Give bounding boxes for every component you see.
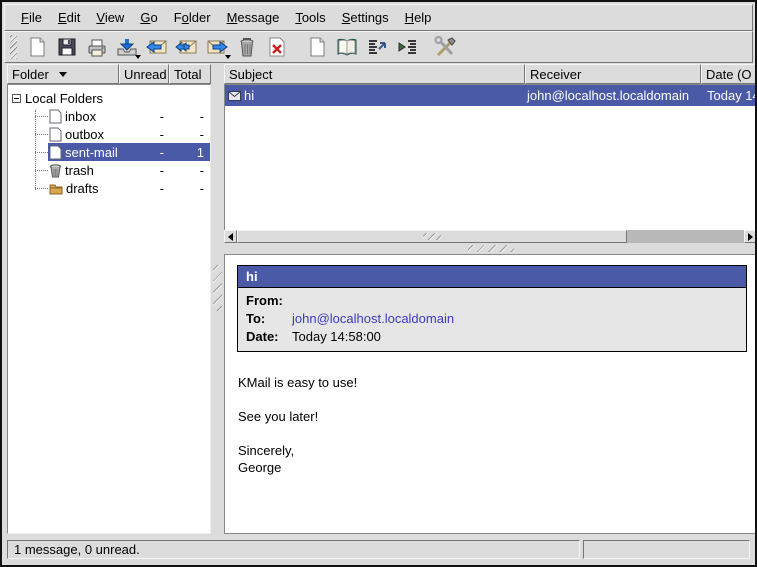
check-mail-button[interactable] [112, 33, 142, 61]
document-icon [49, 145, 62, 160]
new-message-icon [26, 36, 48, 58]
trash-icon [237, 36, 257, 58]
status-secondary-panel [583, 540, 750, 559]
configure-button[interactable] [430, 33, 460, 61]
to-label: To: [246, 312, 292, 326]
menu-help[interactable]: Help [397, 7, 440, 28]
scrollbar-thumb[interactable] [237, 230, 627, 243]
status-message-panel: 1 message, 0 unread. [7, 540, 580, 559]
reply-button[interactable] [142, 33, 172, 61]
folder-item-outbox[interactable]: outbox - - [8, 125, 210, 143]
sort-arrow-icon [59, 72, 67, 77]
from-label: From: [246, 294, 292, 308]
menu-file[interactable]: File [13, 7, 50, 28]
folder-icon [49, 182, 63, 195]
statusbar: 1 message, 0 unread. [4, 536, 753, 563]
menu-go[interactable]: Go [132, 7, 165, 28]
menu-message[interactable]: Message [219, 7, 288, 28]
save-button[interactable] [52, 33, 82, 61]
reply-all-icon [175, 36, 199, 58]
unread-column-header[interactable]: Unread [119, 64, 169, 84]
forward-dropdown-caret[interactable] [225, 55, 231, 59]
message-list-headers: Subject Receiver Date (O [224, 64, 757, 84]
tree-connector-line [35, 110, 36, 190]
horizontal-splitter-handle[interactable] [224, 243, 757, 254]
reply-icon [145, 36, 169, 58]
delete-icon [266, 36, 288, 58]
scrollbar-grip-icon [423, 233, 441, 240]
folder-item-sent-mail[interactable]: sent-mail - 1 [8, 143, 210, 161]
document-icon [49, 109, 62, 124]
date-label: Date: [246, 330, 292, 344]
mark-list-button[interactable] [362, 33, 392, 61]
message-subject-title: hi [238, 266, 746, 288]
print-button[interactable] [82, 33, 112, 61]
new-page-icon [306, 36, 328, 58]
delete-button[interactable] [262, 33, 292, 61]
arrow-left-icon [228, 233, 233, 241]
message-preview-pane: hi From: To: john@localhost.localdomain … [224, 254, 757, 534]
check-mail-dropdown-caret[interactable] [135, 55, 141, 59]
folder-pane-headers: Folder Unread Total [7, 64, 211, 84]
splitter-grip-icon [468, 245, 514, 252]
menu-edit[interactable]: Edit [50, 7, 88, 28]
to-address-link[interactable]: john@localhost.localdomain [292, 312, 454, 326]
forward-button[interactable] [202, 33, 232, 61]
reply-all-button[interactable] [172, 33, 202, 61]
arrow-right-icon [748, 233, 753, 241]
folder-pane: Folder Unread Total Local Folders inbox … [7, 64, 211, 534]
folder-item-drafts[interactable]: drafts - - [8, 179, 210, 197]
menu-tools[interactable]: Tools [287, 7, 333, 28]
folder-item-trash[interactable]: trash - - [8, 161, 210, 179]
message-body: KMail is easy to use! See you later! Sin… [238, 374, 756, 476]
address-book-icon [335, 36, 359, 58]
kmail-window: File Edit View Go Folder Message Tools S… [0, 0, 757, 567]
jump-list-icon [396, 36, 418, 58]
folder-item-inbox[interactable]: inbox - - [8, 107, 210, 125]
save-icon [56, 36, 78, 58]
message-row[interactable]: hi john@localhost.localdomain Today 14 [225, 85, 756, 106]
date-column-header[interactable]: Date (O [701, 64, 757, 84]
document-icon [49, 127, 62, 142]
message-list: hi john@localhost.localdomain Today 14 [224, 84, 757, 230]
total-column-header[interactable]: Total [169, 64, 211, 84]
subject-column-header[interactable]: Subject [224, 64, 525, 84]
scrollbar-trough[interactable] [627, 230, 744, 243]
toolbar [4, 31, 753, 63]
configure-icon [433, 36, 457, 58]
trash-button[interactable] [232, 33, 262, 61]
horizontal-scrollbar [224, 230, 757, 243]
trash-icon [49, 163, 62, 178]
vertical-splitter-handle[interactable] [213, 265, 222, 311]
print-icon [86, 36, 108, 58]
toolbar-drag-handle[interactable] [10, 35, 17, 59]
collapse-expander-icon[interactable] [12, 94, 21, 103]
scroll-left-button[interactable] [224, 230, 237, 243]
receiver-column-header[interactable]: Receiver [525, 64, 701, 84]
address-book-button[interactable] [332, 33, 362, 61]
new-page-button[interactable] [302, 33, 332, 61]
jump-list-button[interactable] [392, 33, 422, 61]
message-header-box: hi From: To: john@localhost.localdomain … [237, 265, 747, 352]
scroll-right-button[interactable] [744, 230, 757, 243]
new-message-button[interactable] [22, 33, 52, 61]
date-value: Today 14:58:00 [292, 330, 381, 344]
envelope-icon [228, 91, 241, 101]
menu-view[interactable]: View [88, 7, 132, 28]
menubar: File Edit View Go Folder Message Tools S… [4, 4, 753, 31]
folder-column-header[interactable]: Folder [7, 64, 119, 84]
folder-tree: Local Folders inbox - - outbox - - [7, 84, 211, 534]
message-list-pane: Subject Receiver Date (O hi john@localho… [224, 64, 757, 243]
menu-folder[interactable]: Folder [166, 7, 219, 28]
folder-root-local-folders[interactable]: Local Folders [8, 89, 210, 107]
mark-list-icon [366, 36, 388, 58]
menu-settings[interactable]: Settings [334, 7, 397, 28]
